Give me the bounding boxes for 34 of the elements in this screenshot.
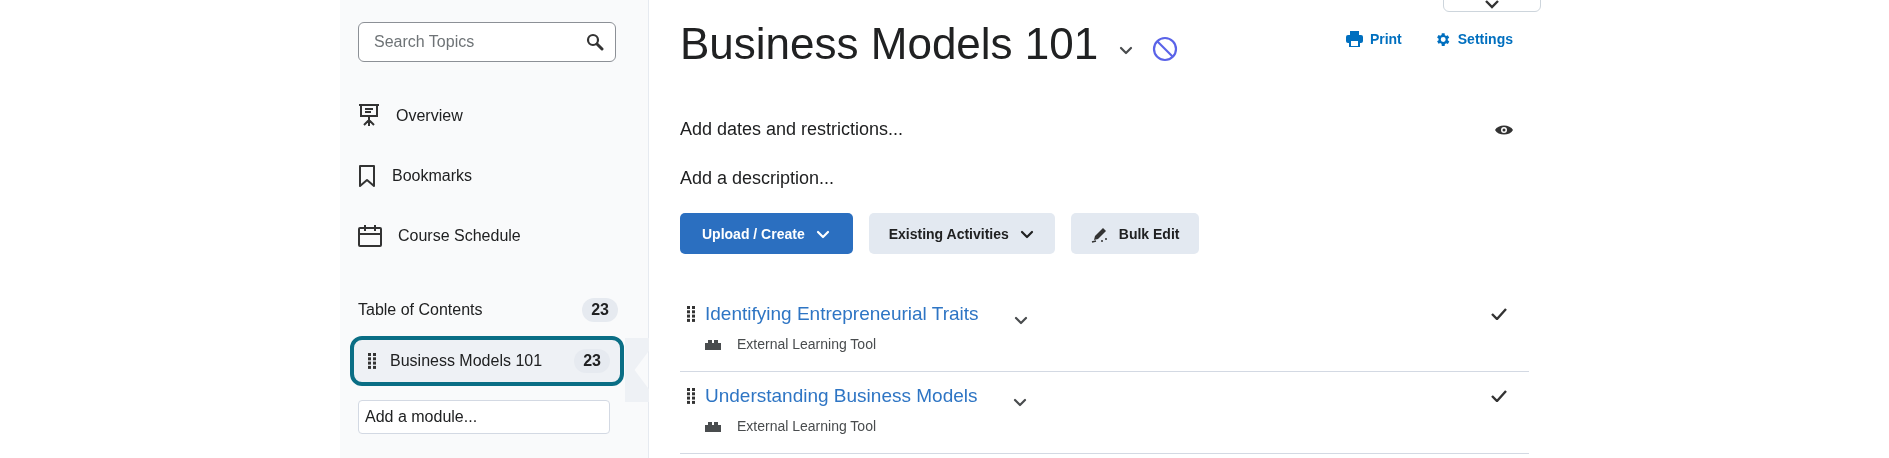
presentation-icon — [358, 104, 380, 128]
calendar-icon — [358, 224, 382, 248]
hidden-status-icon[interactable] — [1152, 36, 1179, 62]
topic-link[interactable]: Understanding Business Models — [705, 385, 978, 407]
toc-heading[interactable]: Table of Contents — [358, 301, 483, 319]
puzzle-piece-icon — [705, 338, 721, 350]
add-module-field[interactable]: Add a module... — [358, 400, 610, 434]
description-link[interactable]: Add a description... — [680, 168, 835, 189]
bulk-edit-button[interactable]: Bulk Edit — [1070, 213, 1200, 254]
nav-link[interactable]: Bookmarks — [392, 167, 473, 185]
nav-link[interactable]: Course Schedule — [398, 227, 521, 245]
nav-link[interactable]: Overview — [396, 107, 463, 125]
printer-icon — [1345, 31, 1363, 47]
upload-button[interactable]: Upload / Create — [680, 213, 853, 254]
activities-button[interactable]: Existing Activities — [868, 213, 1055, 254]
puzzle-piece-icon — [705, 420, 721, 432]
count-badge: 23 — [574, 349, 610, 373]
module-title: Business Models 101 — [680, 20, 1099, 68]
search-field[interactable]: Search Topics — [358, 22, 616, 62]
dates-link[interactable]: Add dates and restrictions... — [680, 119, 904, 140]
topic-type: External Learning Tool — [737, 418, 877, 434]
module-item[interactable]: Business Models 101 23 — [350, 336, 624, 386]
search-icon[interactable] — [586, 33, 604, 51]
topic-type: External Learning Tool — [737, 336, 877, 352]
toolbar-action[interactable]: Print — [1345, 30, 1402, 48]
drag-handle-icon[interactable] — [368, 353, 376, 369]
chevron-down-icon[interactable] — [1484, 0, 1500, 10]
drag-handle-icon[interactable] — [687, 388, 695, 404]
drag-handle-icon[interactable] — [687, 306, 695, 322]
count-badge: 23 — [582, 298, 618, 322]
eye-icon[interactable] — [1495, 123, 1513, 136]
toolbar-action[interactable]: Settings — [1433, 30, 1513, 48]
topic-link[interactable]: Identifying Entrepreneurial Traits — [705, 303, 979, 325]
bookmark-icon — [358, 164, 376, 188]
